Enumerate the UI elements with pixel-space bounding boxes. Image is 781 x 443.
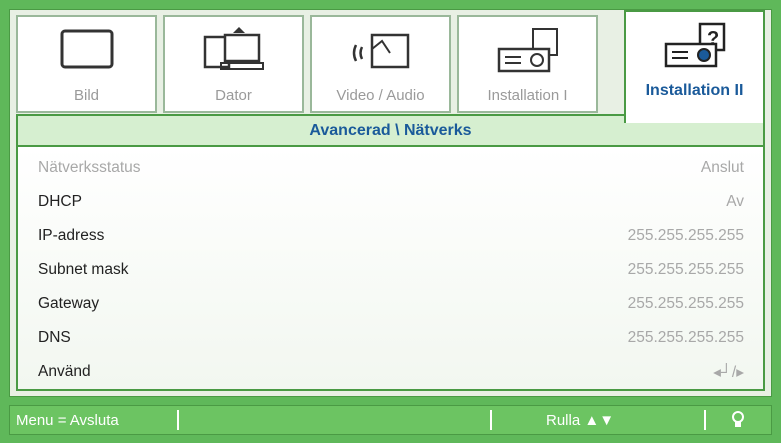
menu-exit-hint: Menu = Avsluta [16, 411, 119, 429]
row-value: Anslut [700, 159, 744, 176]
row-natverksstatus: Nätverksstatus Anslut [38, 153, 744, 183]
tab-video-audio[interactable]: Video / Audio [310, 15, 451, 113]
settings-list: Nätverksstatus Anslut DHCP Av IP-adress … [16, 147, 765, 391]
row-value: 255.255.255.255 [627, 227, 744, 244]
tab-installation-1[interactable]: Installation I [457, 15, 598, 113]
row-label: Nätverksstatus [38, 159, 141, 176]
tab-label: Video / Audio [336, 87, 425, 104]
row-label: Gateway [38, 295, 100, 312]
status-bar: Menu = Avsluta Rulla ▲▼ [9, 405, 772, 435]
row-label: Subnet mask [38, 261, 129, 278]
row-gateway[interactable]: Gateway 255.255.255.255 [38, 289, 744, 319]
row-dhcp[interactable]: DHCP Av [38, 187, 744, 217]
row-value: 255.255.255.255 [627, 329, 744, 346]
tab-bild[interactable]: Bild [16, 15, 157, 113]
tab-dator[interactable]: Dator [163, 15, 304, 113]
tab-label: Dator [215, 87, 252, 104]
tab-label: Installation I [487, 87, 568, 104]
row-dns[interactable]: DNS 255.255.255.255 [38, 323, 744, 353]
tab-label: Installation II [645, 82, 744, 99]
tab-bar: Bild Dator Video / Audio Installation I … [10, 10, 771, 123]
row-label: IP-adress [38, 227, 105, 244]
row-label: DHCP [38, 193, 82, 210]
row-label: DNS [38, 329, 71, 346]
video-audio-icon [352, 33, 409, 69]
row-value: Av [726, 193, 744, 210]
separator [704, 410, 706, 430]
separator [490, 410, 492, 430]
enter-icon: ◂┘/▸ [713, 363, 744, 381]
tab-label: Bild [73, 87, 99, 104]
row-anvand[interactable]: Använd ◂┘/▸ [38, 357, 744, 387]
lightbulb-icon [730, 406, 746, 434]
row-subnet-mask[interactable]: Subnet mask 255.255.255.255 [38, 255, 744, 285]
monitor-icon [60, 29, 113, 69]
osd-panel: Bild Dator Video / Audio Installation I … [9, 9, 772, 397]
separator [177, 410, 179, 430]
projector-icon [497, 28, 558, 73]
tab-installation-2[interactable]: ? Installation II [624, 10, 765, 123]
row-ip-adress[interactable]: IP-adress 255.255.255.255 [38, 221, 744, 251]
computer-icon [203, 27, 264, 70]
projector-help-icon: ? [664, 22, 725, 68]
osd-frame: Bild Dator Video / Audio Installation I … [0, 0, 781, 443]
scroll-hint: Rulla ▲▼ [546, 411, 615, 429]
row-value: 255.255.255.255 [627, 261, 744, 278]
row-value: 255.255.255.255 [627, 295, 744, 312]
row-label: Använd [38, 363, 91, 380]
